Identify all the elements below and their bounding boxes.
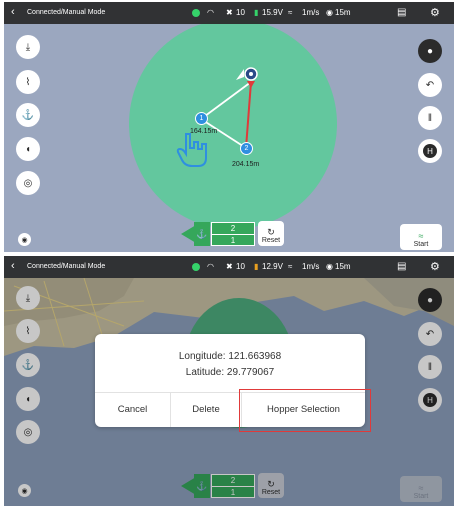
distance-value: 15m bbox=[335, 262, 351, 271]
waypoint-2-label: 2 bbox=[244, 145, 249, 152]
location-pin-icon: ◉ bbox=[326, 8, 333, 17]
map-screen-edit: 1 2 164.15m 204.15m ‹ Connected/Manual M… bbox=[4, 2, 454, 252]
route-count-bottom: 1 bbox=[230, 236, 236, 245]
connection-status-dot bbox=[192, 263, 200, 271]
gear-icon[interactable]: ⚙ bbox=[430, 7, 440, 19]
route-arrow-head bbox=[236, 69, 244, 80]
battery-voltage: 15.9V bbox=[262, 8, 283, 17]
locate-me-button[interactable]: ◉ bbox=[18, 233, 31, 246]
pause-button[interactable]: ‖ bbox=[418, 106, 442, 130]
status-bar: ‹ Connected/Manual Mode ◠ ✖ 10 ▮ 12.9V ≈… bbox=[4, 256, 454, 278]
location-pin-icon: ◉ bbox=[326, 262, 333, 271]
route-overlay bbox=[176, 67, 258, 167]
logbook-icon[interactable]: ▤ bbox=[397, 261, 406, 273]
route-start-panel[interactable]: ⚓ bbox=[194, 222, 210, 246]
connection-status-dot bbox=[192, 9, 200, 17]
start-button[interactable]: ≈ Start bbox=[400, 224, 442, 250]
chevron-left-icon[interactable]: ‹ bbox=[11, 6, 15, 18]
start-label: Start bbox=[413, 241, 429, 248]
satellite-icon: ✖ bbox=[226, 262, 233, 271]
status-bar: ‹ Connected/Manual Mode ◠ ✖ 10 ▮ 15.9V ≈… bbox=[4, 2, 454, 24]
radar-button[interactable]: ◎ bbox=[16, 171, 40, 195]
download-icon: ⤓ bbox=[25, 41, 31, 53]
satellite-icon: ✖ bbox=[226, 8, 233, 17]
route-count-panel: 2 1 bbox=[211, 222, 255, 246]
reset-button[interactable]: ↻ Reset bbox=[258, 221, 284, 246]
speed-value: 1m/s bbox=[302, 8, 320, 17]
speed-value: 1m/s bbox=[302, 262, 320, 271]
download-route-button[interactable]: ⤓ bbox=[16, 35, 40, 59]
logbook-icon[interactable]: ▤ bbox=[397, 7, 406, 19]
reset-icon: ↻ bbox=[267, 227, 275, 237]
longitude-text: Longitude: 121.663968 bbox=[178, 351, 282, 362]
radar-icon: ◎ bbox=[23, 177, 33, 189]
map-pin-icon: ● bbox=[426, 45, 434, 57]
lights-button[interactable]: ◖ bbox=[16, 137, 40, 161]
crosshair-icon: ◉ bbox=[21, 236, 28, 244]
undo-button[interactable]: ↶ bbox=[418, 73, 442, 97]
gear-icon[interactable]: ⚙ bbox=[430, 261, 440, 273]
battery-voltage: 12.9V bbox=[262, 262, 283, 271]
route-segment-red bbox=[245, 81, 252, 149]
boat-speed-icon: ≈ bbox=[288, 8, 293, 17]
segment-label-b: 204.15m bbox=[232, 161, 260, 168]
sonar-icon: ⌇ bbox=[25, 76, 31, 88]
satellite-count: 10 bbox=[236, 8, 245, 17]
mode-text: Connected/Manual Mode bbox=[27, 263, 106, 270]
anchor-button[interactable]: ⚓ bbox=[16, 103, 40, 127]
segment-label-a: 164.15m bbox=[190, 128, 218, 135]
cancel-button[interactable]: Cancel bbox=[95, 392, 170, 427]
fish-finder-button[interactable]: ⌇ bbox=[16, 70, 40, 94]
map-screen-dialog: ‹ Connected/Manual Mode ◠ ✖ 10 ▮ 12.9V ≈… bbox=[4, 256, 454, 506]
battery-icon: ▮ bbox=[254, 8, 259, 17]
boat-icon: ≈ bbox=[418, 231, 424, 241]
wifi-icon: ◠ bbox=[207, 8, 214, 17]
undo-icon: ↶ bbox=[425, 79, 435, 91]
highlight-box bbox=[239, 389, 371, 432]
battery-icon: ▮ bbox=[254, 262, 259, 271]
reset-label: Reset bbox=[261, 237, 281, 244]
headlight-icon: ◖ bbox=[24, 143, 32, 155]
distance-value: 15m bbox=[335, 8, 351, 17]
home-button[interactable]: H bbox=[418, 139, 442, 163]
route-segment-white bbox=[200, 81, 252, 120]
chevron-left-icon[interactable]: ‹ bbox=[11, 260, 15, 272]
latitude-text: Latitude: 29.779067 bbox=[185, 367, 275, 378]
anchor-icon: ⚓ bbox=[21, 109, 35, 121]
waypoint-2[interactable]: 2 bbox=[240, 142, 253, 155]
hand-cursor-icon bbox=[176, 133, 207, 167]
location-button[interactable]: ● bbox=[418, 39, 442, 63]
boat-speed-icon: ≈ bbox=[288, 262, 293, 271]
home-h-icon: H bbox=[423, 144, 437, 158]
waypoint-1-label: 1 bbox=[199, 115, 204, 122]
waypoint-1[interactable]: 1 bbox=[195, 112, 208, 125]
route-count-top: 2 bbox=[212, 223, 254, 235]
delete-button[interactable]: Delete bbox=[171, 392, 241, 427]
mode-text: Connected/Manual Mode bbox=[27, 9, 106, 16]
anchor-start-icon: ⚓ bbox=[196, 228, 208, 239]
wifi-icon: ◠ bbox=[207, 262, 214, 271]
satellite-count: 10 bbox=[236, 262, 245, 271]
pause-icon: ‖ bbox=[427, 112, 433, 124]
